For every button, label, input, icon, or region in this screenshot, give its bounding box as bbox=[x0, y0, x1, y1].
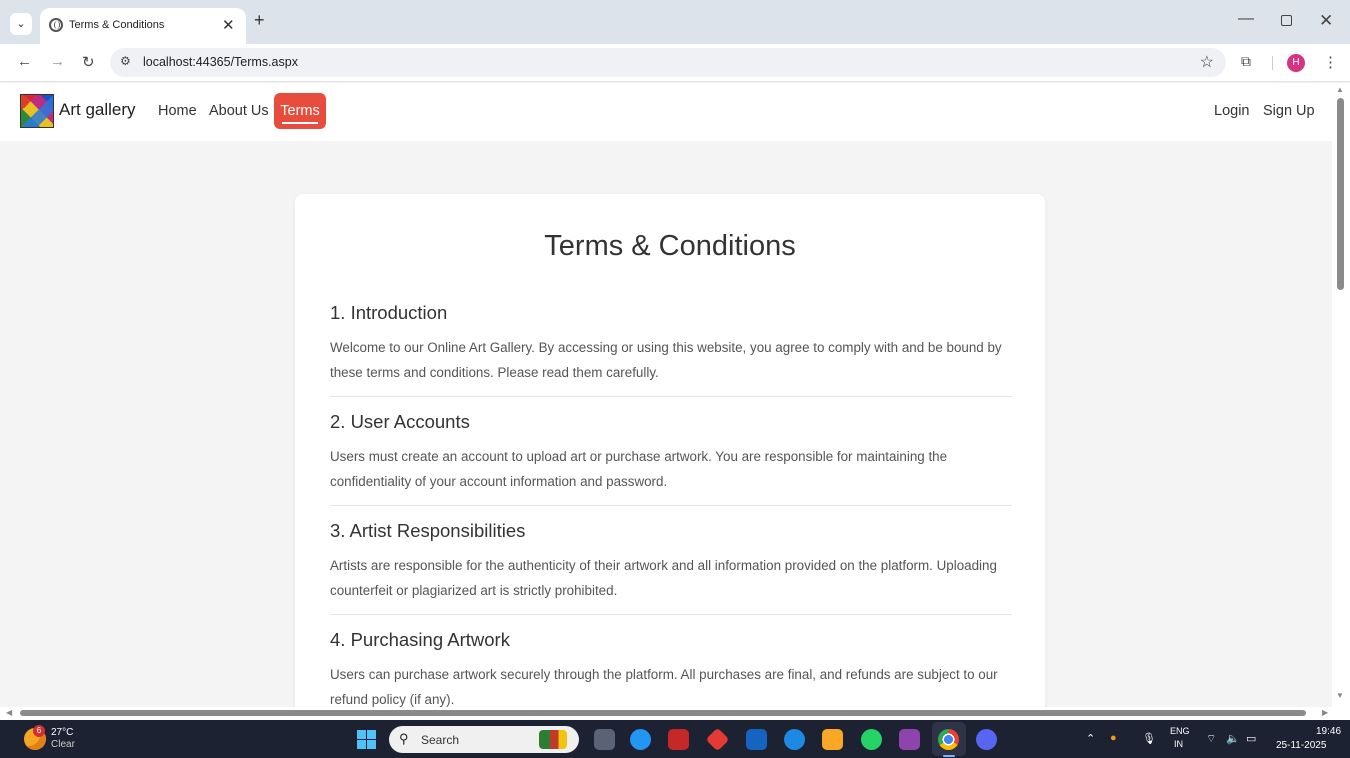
nav-sign-up[interactable]: Sign Up bbox=[1263, 103, 1315, 119]
address-bar[interactable]: ⚙ localhost:44365/Terms.aspx ☆ bbox=[110, 48, 1226, 77]
terms-card: Terms & Conditions 1. Introduction Welco… bbox=[295, 194, 1045, 707]
close-window-icon[interactable]: ✕ bbox=[1319, 11, 1333, 31]
more-menu-icon[interactable]: ⋮ bbox=[1323, 53, 1338, 71]
art-gallery-logo-icon[interactable] bbox=[20, 94, 54, 128]
chrome-icon[interactable] bbox=[938, 729, 959, 750]
toolbar-divider bbox=[1272, 56, 1273, 70]
search-icon: ⚲ bbox=[399, 731, 409, 746]
file-explorer-icon[interactable] bbox=[822, 729, 843, 750]
back-arrow-icon[interactable]: ← bbox=[17, 53, 32, 70]
mcafee-icon[interactable] bbox=[668, 729, 689, 750]
temperature: 27°C bbox=[51, 727, 74, 738]
section-text: Artists are responsible for the authenti… bbox=[330, 558, 997, 598]
language-indicator[interactable]: ENG bbox=[1170, 726, 1190, 736]
weather-badge: 6 bbox=[33, 725, 45, 737]
scroll-up-arrow-icon[interactable]: ▲ bbox=[1336, 85, 1344, 94]
terms-section: 4. Purchasing Artwork Users can purchase… bbox=[330, 629, 1012, 707]
section-text: Users must create an account to upload a… bbox=[330, 449, 948, 489]
task-view-icon[interactable] bbox=[594, 729, 615, 750]
section-text: Welcome to our Online Art Gallery. By ac… bbox=[330, 340, 1002, 380]
copilot-icon[interactable] bbox=[630, 729, 651, 750]
microphone-icon[interactable]: 🎙 bbox=[1142, 732, 1156, 745]
weather-condition: Clear bbox=[51, 739, 75, 750]
forward-arrow-icon[interactable]: → bbox=[50, 53, 65, 70]
browser-tab-bar: ⌄ Terms & Conditions ✕ + — ✕ bbox=[0, 0, 1350, 44]
tray-app-icon[interactable]: ● bbox=[1110, 732, 1117, 744]
section-heading: 4. Purchasing Artwork bbox=[330, 629, 510, 650]
brand-name[interactable]: Art gallery bbox=[59, 100, 136, 120]
terms-section: 1. Introduction Welcome to our Online Ar… bbox=[330, 302, 1012, 385]
extensions-puzzle-icon[interactable]: ⧉ bbox=[1241, 53, 1251, 70]
edge-icon[interactable] bbox=[784, 729, 805, 750]
horizontal-scroll-thumb[interactable] bbox=[20, 710, 1306, 716]
search-placeholder: Search bbox=[421, 733, 460, 747]
clock-date[interactable]: 25-11-2025 bbox=[1276, 740, 1326, 751]
minimize-icon[interactable]: — bbox=[1238, 10, 1254, 28]
active-app-indicator bbox=[943, 755, 955, 757]
battery-icon[interactable]: ▭ bbox=[1246, 732, 1256, 745]
scroll-left-arrow-icon[interactable]: ◀ bbox=[6, 708, 12, 717]
section-divider bbox=[330, 505, 1012, 506]
region-indicator[interactable]: IN bbox=[1174, 739, 1183, 749]
section-divider bbox=[330, 614, 1012, 615]
clock-time[interactable]: 19:46 bbox=[1316, 726, 1341, 737]
browser-toolbar: ← → ↻ ⚙ localhost:44365/Terms.aspx ☆ ⧉ H… bbox=[0, 44, 1350, 82]
section-heading: 3. Artist Responsibilities bbox=[330, 520, 526, 541]
site-info-icon[interactable]: ⚙ bbox=[120, 54, 131, 68]
search-highlight-icon bbox=[539, 730, 567, 749]
volume-icon[interactable]: 🔈 bbox=[1226, 732, 1240, 745]
scroll-right-arrow-icon[interactable]: ▶ bbox=[1322, 708, 1328, 717]
windows-start-icon[interactable] bbox=[357, 730, 376, 749]
section-divider bbox=[330, 396, 1012, 397]
visual-studio-icon[interactable] bbox=[899, 729, 920, 750]
browser-tab-active[interactable]: Terms & Conditions ✕ bbox=[40, 8, 246, 44]
restore-window-icon[interactable] bbox=[1281, 15, 1292, 26]
vertical-scroll-thumb[interactable] bbox=[1337, 98, 1344, 290]
site-navbar: Art gallery Home About Us Terms Login Si… bbox=[0, 83, 1332, 141]
globe-icon bbox=[49, 18, 63, 32]
section-text: Users can purchase artwork securely thro… bbox=[330, 667, 998, 707]
profile-avatar[interactable]: H bbox=[1287, 54, 1305, 72]
scroll-down-arrow-icon[interactable]: ▼ bbox=[1336, 691, 1344, 700]
wifi-icon[interactable]: ⌔ bbox=[1206, 732, 1216, 746]
nav-terms[interactable]: Terms bbox=[274, 93, 326, 129]
terms-section: 3. Artist Responsibilities Artists are r… bbox=[330, 520, 1012, 603]
tab-title: Terms & Conditions bbox=[69, 19, 165, 31]
horizontal-scrollbar[interactable]: ◀ ▶ bbox=[0, 707, 1350, 720]
bookmark-star-icon[interactable]: ☆ bbox=[1200, 52, 1214, 72]
windows-taskbar: 6 27°C Clear ⚲ Search ⌃ ● 🎙 ENG IN ⌔ 🔈 ▭… bbox=[0, 720, 1350, 758]
section-heading: 1. Introduction bbox=[330, 302, 448, 323]
tab-close-icon[interactable]: ✕ bbox=[222, 16, 235, 34]
terms-section: 2. User Accounts Users must create an ac… bbox=[330, 411, 1012, 494]
url-text[interactable]: localhost:44365/Terms.aspx bbox=[143, 55, 298, 69]
discord-icon[interactable] bbox=[976, 729, 997, 750]
section-heading: 2. User Accounts bbox=[330, 411, 470, 432]
new-tab-button[interactable]: + bbox=[254, 10, 265, 31]
reload-icon[interactable]: ↻ bbox=[82, 53, 95, 71]
store-icon[interactable] bbox=[746, 729, 767, 750]
nav-home[interactable]: Home bbox=[158, 103, 197, 119]
app-diamond-icon[interactable] bbox=[705, 727, 730, 752]
vertical-scrollbar[interactable]: ▲ ▼ bbox=[1332, 83, 1350, 707]
nav-about-us[interactable]: About Us bbox=[209, 103, 269, 119]
nav-login[interactable]: Login bbox=[1214, 103, 1249, 119]
whatsapp-icon[interactable] bbox=[861, 729, 882, 750]
tab-search-chevron-icon[interactable]: ⌄ bbox=[10, 13, 32, 35]
taskbar-search[interactable]: ⚲ Search bbox=[389, 726, 579, 753]
page-title: Terms & Conditions bbox=[544, 230, 796, 262]
tray-overflow-chevron-icon[interactable]: ⌃ bbox=[1086, 732, 1095, 745]
page-viewport: Art gallery Home About Us Terms Login Si… bbox=[0, 83, 1332, 707]
